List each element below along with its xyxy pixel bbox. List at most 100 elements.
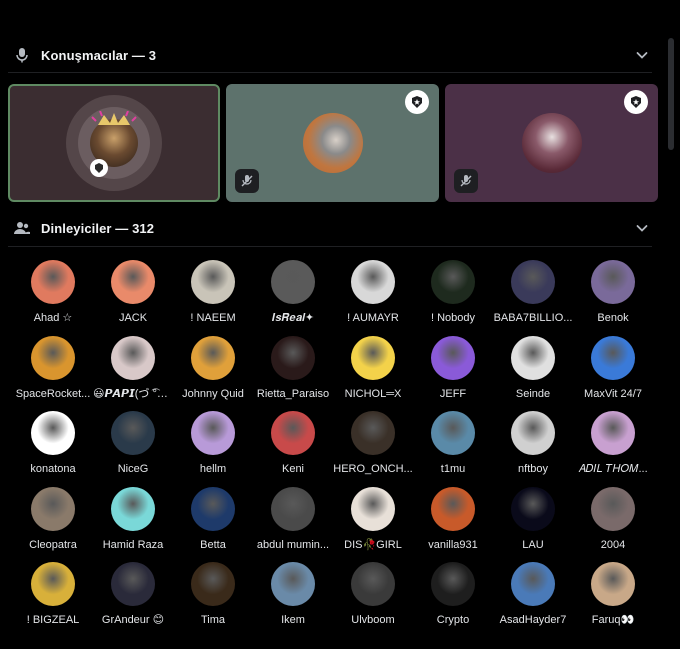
avatar bbox=[191, 411, 235, 455]
listener-name: Cleopatra bbox=[29, 538, 77, 551]
listener-item[interactable]: AsadHayder7 bbox=[493, 562, 573, 637]
listener-item[interactable]: Faruq👀 bbox=[573, 562, 653, 637]
listener-name: vanilla931 bbox=[428, 538, 478, 551]
avatar bbox=[591, 335, 635, 380]
listener-item[interactable]: GrAndeur 😊 bbox=[93, 562, 173, 637]
speaker-tile[interactable] bbox=[445, 84, 658, 202]
avatar bbox=[591, 486, 635, 531]
listener-item[interactable]: Ikem bbox=[253, 562, 333, 637]
listener-item[interactable]: DIS🥀GIRL bbox=[333, 486, 413, 562]
listener-item[interactable]: vanilla931 bbox=[413, 486, 493, 562]
listener-name: Johnny Quid bbox=[182, 387, 244, 400]
listener-item[interactable]: Benok bbox=[573, 260, 653, 335]
avatar bbox=[111, 260, 155, 304]
listener-item[interactable]: NiceG bbox=[93, 411, 173, 486]
speakers-header[interactable]: Konuşmacılar — 3 bbox=[14, 43, 654, 67]
speaking-ring bbox=[66, 95, 162, 191]
listeners-title: Dinleyiciler — 312 bbox=[41, 220, 155, 236]
listener-item[interactable]: LAU bbox=[493, 486, 573, 562]
avatar bbox=[431, 260, 475, 304]
listeners-header[interactable]: Dinleyiciler — 312 bbox=[14, 216, 654, 240]
avatar bbox=[351, 486, 395, 531]
listener-name: JACK bbox=[118, 312, 148, 324]
listener-name: abdul mumin... bbox=[256, 538, 330, 551]
avatar bbox=[351, 260, 395, 304]
listener-name: ! NAEEM bbox=[190, 312, 236, 324]
listener-name: LAU bbox=[522, 538, 544, 551]
listener-name: konatona bbox=[30, 463, 76, 475]
people-icon bbox=[14, 220, 30, 236]
avatar bbox=[191, 260, 235, 304]
speaker-tile[interactable] bbox=[8, 84, 220, 202]
avatar bbox=[511, 411, 555, 455]
listener-name: DIS🥀GIRL bbox=[344, 538, 402, 551]
listener-name: Hamid Raza bbox=[102, 538, 164, 551]
listener-item[interactable]: Rietta_Paraiso bbox=[253, 335, 333, 411]
avatar bbox=[511, 335, 555, 380]
avatar bbox=[31, 411, 75, 455]
listener-item[interactable]: nftboy bbox=[493, 411, 573, 486]
avatar bbox=[111, 335, 155, 380]
avatar bbox=[191, 486, 235, 531]
listener-name: Tima bbox=[200, 614, 226, 626]
listener-item[interactable]: Crypto bbox=[413, 562, 493, 637]
divider bbox=[8, 246, 652, 247]
listener-name: Ahad ☆ bbox=[33, 312, 73, 324]
listener-name: Ulvboom bbox=[351, 614, 395, 626]
listener-item[interactable]: 𝑰𝒔𝑹𝒆𝒂𝒍✦ bbox=[253, 260, 333, 335]
listener-item[interactable]: MaxVit 24/7 bbox=[573, 335, 653, 411]
microphone-icon bbox=[14, 47, 30, 63]
avatar bbox=[591, 562, 635, 606]
listener-name: GrAndeur 😊 bbox=[101, 614, 165, 626]
listener-item[interactable]: 𝐴𝐷𝐼𝐿 𝑇𝐻𝑂𝑀... bbox=[573, 411, 653, 486]
listener-item[interactable]: Ahad ☆ bbox=[13, 260, 93, 335]
mic-muted-icon bbox=[454, 169, 478, 193]
mic-muted-icon bbox=[235, 169, 259, 193]
listener-name: Ikem bbox=[281, 614, 305, 626]
listener-item[interactable]: Tima bbox=[173, 562, 253, 637]
listener-name: ! Nobody bbox=[430, 312, 476, 324]
avatar bbox=[431, 335, 475, 380]
listener-item[interactable]: abdul mumin... bbox=[253, 486, 333, 562]
listener-item[interactable]: JACK bbox=[93, 260, 173, 335]
listener-item[interactable]: Ulvboom bbox=[333, 562, 413, 637]
listener-item[interactable]: ! Nobody bbox=[413, 260, 493, 335]
listener-name: 𝐴𝐷𝐼𝐿 𝑇𝐻𝑂𝑀... bbox=[578, 463, 648, 475]
listener-item[interactable]: 2004 bbox=[573, 486, 653, 562]
listener-item[interactable]: Johnny Quid bbox=[173, 335, 253, 411]
listener-name: Betta bbox=[200, 538, 226, 551]
avatar bbox=[31, 335, 75, 380]
listener-item[interactable]: BABA7BILLIO... bbox=[493, 260, 573, 335]
listener-item[interactable]: ! AUMAYR bbox=[333, 260, 413, 335]
listener-name: Rietta_Paraiso bbox=[256, 387, 330, 400]
avatar bbox=[351, 411, 395, 455]
listener-item[interactable]: Seinde bbox=[493, 335, 573, 411]
listener-name: Seinde bbox=[515, 387, 551, 400]
avatar bbox=[511, 260, 555, 304]
listener-item[interactable]: konatona bbox=[13, 411, 93, 486]
listener-item[interactable]: 😃𝙋𝘼𝙋𝙄(づ ͡°ʖ ͡°) bbox=[93, 335, 173, 411]
listener-item[interactable]: t1mu bbox=[413, 411, 493, 486]
chevron-down-icon[interactable] bbox=[634, 220, 650, 236]
listener-item[interactable]: ! BIGZEAL bbox=[13, 562, 93, 637]
listener-item[interactable]: JEFF bbox=[413, 335, 493, 411]
scrollbar[interactable] bbox=[668, 38, 674, 150]
listener-name: Faruq👀 bbox=[591, 614, 635, 626]
avatar bbox=[111, 486, 155, 531]
listener-name: JEFF bbox=[439, 387, 467, 400]
listener-item[interactable]: Betta bbox=[173, 486, 253, 562]
listener-item[interactable]: SpaceRocket... bbox=[13, 335, 93, 411]
listener-item[interactable]: HERO_ONCH... bbox=[333, 411, 413, 486]
listener-item[interactable]: Hamid Raza bbox=[93, 486, 173, 562]
avatar bbox=[591, 411, 635, 455]
listener-item[interactable]: Cleopatra bbox=[13, 486, 93, 562]
listener-item[interactable]: hellm bbox=[173, 411, 253, 486]
avatar bbox=[31, 486, 75, 531]
listener-item[interactable]: Keni bbox=[253, 411, 333, 486]
speaker-tile[interactable] bbox=[226, 84, 439, 202]
listener-item[interactable]: NICHOL═X bbox=[333, 335, 413, 411]
avatar bbox=[271, 562, 315, 606]
listener-item[interactable]: ! NAEEM bbox=[173, 260, 253, 335]
listener-name: Crypto bbox=[436, 614, 470, 626]
chevron-down-icon[interactable] bbox=[634, 47, 650, 63]
